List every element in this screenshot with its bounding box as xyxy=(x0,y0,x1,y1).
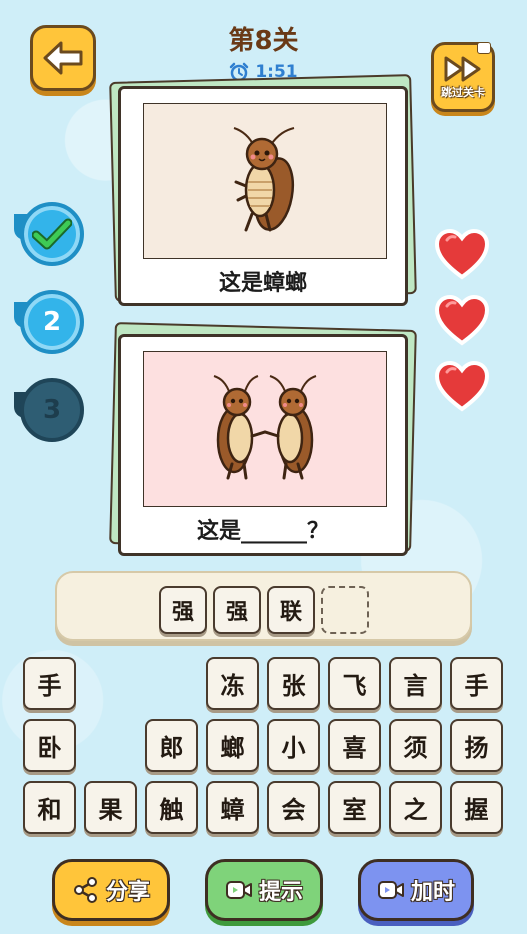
letter-key[interactable]: 触 xyxy=(145,781,198,834)
checkmark-icon xyxy=(32,218,72,250)
progress-step-1 xyxy=(20,202,84,266)
add-time-button[interactable]: 加时 xyxy=(358,859,474,921)
heart-icon xyxy=(434,360,490,412)
letter-key[interactable]: 喜 xyxy=(328,719,381,772)
letter-key[interactable]: 飞 xyxy=(328,657,381,710)
answer-slot-2[interactable]: 强 xyxy=(213,586,261,634)
video-ad-icon xyxy=(477,42,491,54)
letter-key[interactable]: 果 xyxy=(84,781,137,834)
letter-key[interactable]: 郎 xyxy=(145,719,198,772)
question-card-2: 这是______？ xyxy=(118,334,408,556)
progress-step-label: 3 xyxy=(42,395,62,425)
share-button[interactable]: 分享 xyxy=(52,859,170,921)
hint-label: 提示 xyxy=(258,880,303,905)
answer-bar xyxy=(55,571,472,641)
card-caption: 这是蟑螂 xyxy=(218,271,307,296)
letter-key[interactable]: 卧 xyxy=(23,719,76,772)
video-camera-icon xyxy=(377,881,404,899)
letter-key[interactable]: 冻 xyxy=(206,657,259,710)
progress-step-label: 2 xyxy=(42,307,62,337)
letter-key[interactable]: 手 xyxy=(450,657,503,710)
letter-key[interactable]: 手 xyxy=(23,657,76,710)
letter-key[interactable]: 室 xyxy=(328,781,381,834)
card-caption: 这是______？ xyxy=(196,519,329,544)
letter-key[interactable]: 蟑 xyxy=(206,781,259,834)
answer-slot-4-empty[interactable] xyxy=(321,586,369,634)
letter-key[interactable]: 小 xyxy=(267,719,320,772)
letter-key[interactable]: 张 xyxy=(267,657,320,710)
letter-key[interactable]: 扬 xyxy=(450,719,503,772)
heart-icon xyxy=(434,294,490,346)
letter-key[interactable]: 言 xyxy=(389,657,442,710)
letter-key[interactable]: 和 xyxy=(23,781,76,834)
letter-key[interactable]: 须 xyxy=(389,719,442,772)
letter-key[interactable]: 握 xyxy=(450,781,503,834)
video-camera-icon xyxy=(225,881,252,899)
cockroach-icon xyxy=(233,127,295,232)
progress-step-3: 3 xyxy=(20,378,84,442)
card-image-single-cockroach xyxy=(143,103,387,259)
letter-key[interactable]: 会 xyxy=(267,781,320,834)
letter-key[interactable]: 螂 xyxy=(206,719,259,772)
hint-button[interactable]: 提示 xyxy=(205,859,323,921)
share-label: 分享 xyxy=(105,880,150,905)
heart-icon xyxy=(434,228,490,280)
letter-key[interactable]: 之 xyxy=(389,781,442,834)
question-card-1: 这是蟑螂 xyxy=(118,86,408,306)
add-time-label: 加时 xyxy=(410,880,455,905)
answer-slot-3[interactable]: 联 xyxy=(267,586,315,634)
progress-step-2: 2 xyxy=(20,290,84,354)
share-icon xyxy=(73,877,97,903)
two-cockroaches-icon xyxy=(213,375,317,480)
answer-slot-1[interactable]: 强 xyxy=(159,586,207,634)
fast-forward-icon xyxy=(444,56,481,81)
card-image-two-cockroaches xyxy=(143,351,387,507)
skip-level-label: 跳过关卡 xyxy=(441,85,485,99)
